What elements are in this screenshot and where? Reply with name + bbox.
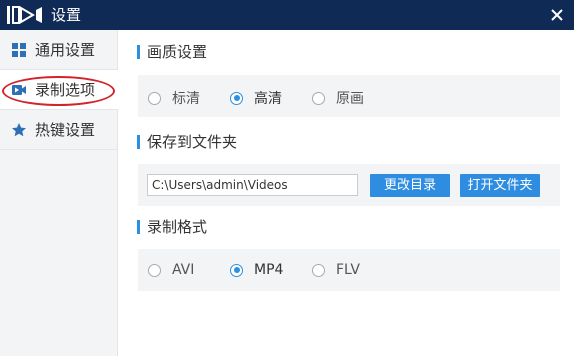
section-marker: [137, 45, 140, 59]
radio-circle: [230, 263, 243, 277]
save-path-input[interactable]: [147, 174, 358, 196]
radio-label: 原画: [336, 91, 364, 107]
radio-quality-original[interactable]: 原画: [312, 88, 364, 108]
radio-circle: [148, 263, 161, 277]
sidebar-item-general[interactable]: 通用设置: [0, 30, 118, 70]
video-play-icon: [7, 6, 42, 24]
radio-label: AVI: [172, 262, 195, 278]
radio-format-flv[interactable]: FLV: [312, 262, 360, 278]
section-marker: [137, 135, 140, 149]
radio-circle: [230, 91, 243, 105]
radio-format-avi[interactable]: AVI: [148, 262, 194, 278]
radio-circle: [312, 263, 325, 277]
sidebar-item-label: 热键设置: [35, 121, 96, 139]
radio-label: 高清: [254, 91, 282, 107]
radio-format-mp4[interactable]: MP4: [230, 262, 283, 278]
close-icon: [551, 9, 563, 21]
radio-quality-hd[interactable]: 高清: [230, 88, 282, 108]
quality-section-title: 画质设置: [137, 42, 207, 62]
format-section-title: 录制格式: [137, 217, 207, 237]
save-section-title: 保存到文件夹: [137, 132, 237, 152]
sidebar-item-hotkeys[interactable]: 热键设置: [0, 110, 118, 150]
section-marker: [137, 220, 140, 234]
change-directory-button[interactable]: 更改目录: [370, 174, 450, 197]
radio-quality-sd[interactable]: 标清: [148, 88, 200, 108]
grid-icon: [12, 42, 26, 57]
sidebar: 通用设置 录制选项 热键设置: [0, 30, 118, 356]
sidebar-item-label: 通用设置: [35, 41, 96, 59]
section-title-text: 录制格式: [147, 218, 208, 236]
section-title-text: 画质设置: [147, 43, 208, 61]
sidebar-item-recording[interactable]: 录制选项: [0, 70, 118, 110]
radio-circle: [312, 91, 325, 105]
window-title: 设置: [51, 6, 82, 24]
close-button[interactable]: [546, 4, 568, 26]
section-title-text: 保存到文件夹: [147, 133, 238, 151]
open-folder-button[interactable]: 打开文件夹: [460, 174, 540, 197]
sidebar-item-label: 录制选项: [35, 81, 96, 99]
video-camera-icon: [12, 84, 26, 95]
radio-label: 标清: [172, 91, 200, 107]
star-icon: [12, 122, 26, 136]
title-bar: 设置: [0, 0, 574, 30]
radio-label: MP4: [254, 262, 284, 278]
radio-circle: [148, 91, 161, 105]
radio-label: FLV: [336, 262, 360, 278]
